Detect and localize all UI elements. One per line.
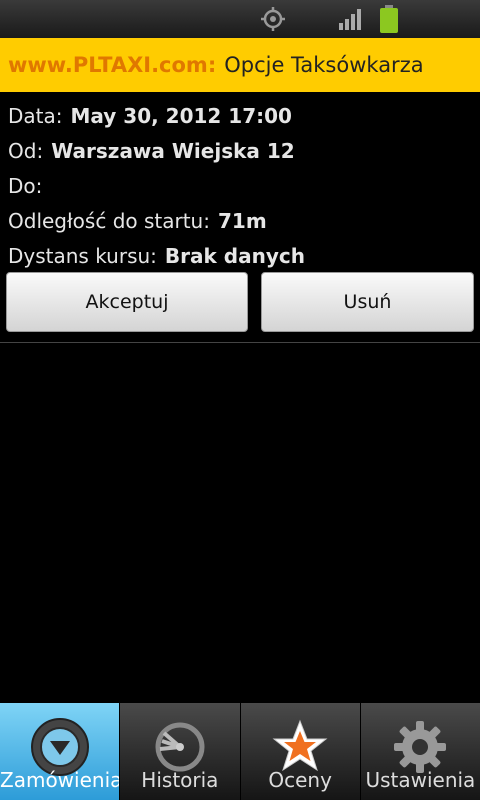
tab-ratings[interactable]: Oceny [239,703,360,800]
date-row: Data: May 30, 2012 17:00 [8,98,472,133]
tab-settings-label: Ustawienia [365,768,476,792]
distance-to-start-value: 71m [217,208,267,233]
to-row: Do: [8,168,472,203]
distance-to-start-row: Odległość do startu: 71m [8,203,472,238]
battery-icon [380,5,398,33]
from-value: Warszawa Wiejska 12 [51,138,295,163]
site-name: www.PLTAXI.com: [8,53,217,77]
to-label: Do: [8,173,43,198]
tab-orders[interactable]: Zamówienia [0,703,123,800]
order-details: Data: May 30, 2012 17:00 Od: Warszawa Wi… [8,98,472,273]
divider [0,342,480,343]
tab-orders-label: Zamówienia [0,768,123,792]
tab-history-label: Historia [141,768,219,792]
title-bar: www.PLTAXI.com: Opcje Taksówkarza [0,38,480,92]
from-label: Od: [8,138,44,163]
date-label: Data: [8,103,63,128]
date-value: May 30, 2012 17:00 [70,103,292,128]
page-title: Opcje Taksówkarza [224,53,424,77]
tab-history[interactable]: Historia [119,703,240,800]
trip-distance-label: Dystans kursu: [8,243,157,268]
tab-bar: Zamówienia Historia Oceny Ustawienia [0,703,480,800]
signal-icon [339,9,361,30]
trip-distance-row: Dystans kursu: Brak danych [8,238,472,273]
status-bar [0,0,480,38]
distance-to-start-label: Odległość do startu: [8,208,210,233]
from-row: Od: Warszawa Wiejska 12 [8,133,472,168]
trip-distance-value: Brak danych [164,243,305,268]
gps-icon [261,7,285,31]
tab-ratings-label: Oceny [268,768,332,792]
accept-button[interactable]: Akceptuj [6,272,248,332]
tab-settings[interactable]: Ustawienia [359,703,480,800]
delete-button[interactable]: Usuń [261,272,474,332]
